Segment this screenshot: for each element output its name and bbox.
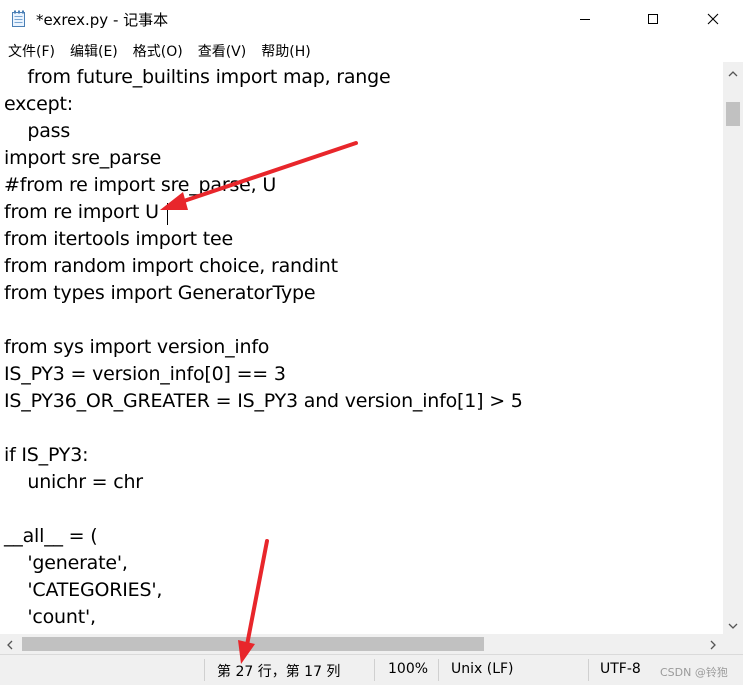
maximize-icon <box>647 13 659 25</box>
zoom-level: 100% <box>388 661 429 677</box>
code-line: IS_PY36_OR_GREATER = IS_PY3 and version_… <box>4 390 523 412</box>
title-bar[interactable]: *exrex.py - 记事本 <box>0 0 743 38</box>
code-line: __all__ = ( <box>4 525 98 547</box>
code-line: from types import GeneratorType <box>4 282 316 304</box>
text-cursor <box>167 203 168 225</box>
scroll-down-button[interactable] <box>723 614 743 634</box>
vertical-scrollbar[interactable] <box>723 62 743 634</box>
scroll-left-button[interactable] <box>0 634 20 654</box>
text-editor[interactable]: from future_builtins import map, range e… <box>0 62 723 634</box>
menu-format[interactable]: 格式(O) <box>125 38 190 62</box>
notepad-window: *exrex.py - 记事本 文件(F) 编辑(E) 格式(O) 查看(V) … <box>0 0 743 685</box>
status-separator <box>204 659 205 681</box>
code-line: #from re import sre_parse, U <box>4 174 277 196</box>
code-line: if IS_PY3: <box>4 444 89 466</box>
horizontal-scrollbar[interactable] <box>0 634 723 654</box>
menu-file[interactable]: 文件(F) <box>0 38 62 62</box>
code-line: from sys import version_info <box>4 336 270 358</box>
code-line: except: <box>4 93 73 115</box>
status-separator <box>588 659 589 681</box>
close-button[interactable] <box>690 0 736 38</box>
code-line: 'count', <box>4 606 96 628</box>
status-bar: 第 27 行，第 17 列 100% Unix (LF) UTF-8 CSDN … <box>0 654 743 685</box>
chevron-up-icon <box>728 63 738 82</box>
code-line: from future_builtins import map, range <box>4 66 391 88</box>
chevron-down-icon <box>728 615 738 634</box>
minimize-icon <box>579 13 591 25</box>
vertical-scroll-thumb[interactable] <box>726 102 740 126</box>
code-line: from itertools import tee <box>4 228 234 250</box>
code-line: IS_PY3 = version_info[0] == 3 <box>4 363 286 385</box>
window-title: *exrex.py - 记事本 <box>36 11 169 29</box>
status-separator <box>374 659 375 681</box>
scroll-right-button[interactable] <box>703 634 723 654</box>
cursor-position: 第 27 行，第 17 列 <box>217 664 341 680</box>
encoding: UTF-8 <box>600 661 641 677</box>
chevron-right-icon <box>709 635 717 654</box>
line-ending: Unix (LF) <box>451 661 514 677</box>
menu-help[interactable]: 帮助(H) <box>253 38 317 62</box>
code-line: from random import choice, randint <box>4 255 338 277</box>
menu-view[interactable]: 查看(V) <box>190 38 254 62</box>
maximize-button[interactable] <box>630 0 676 38</box>
code-line: from re import U <box>4 201 159 223</box>
scroll-up-button[interactable] <box>723 62 743 82</box>
scrollbar-corner <box>723 634 743 654</box>
code-line: 'CATEGORIES', <box>4 579 163 601</box>
menu-bar: 文件(F) 编辑(E) 格式(O) 查看(V) 帮助(H) <box>0 38 743 62</box>
code-line: pass <box>4 120 71 142</box>
status-separator <box>438 659 439 681</box>
code-line: 'generate', <box>4 552 128 574</box>
code-line: import sre_parse <box>4 147 162 169</box>
close-icon <box>707 13 719 25</box>
menu-edit[interactable]: 编辑(E) <box>62 38 125 62</box>
horizontal-scroll-thumb[interactable] <box>22 637 484 651</box>
minimize-button[interactable] <box>562 0 608 38</box>
notepad-icon <box>11 10 27 28</box>
code-line: unichr = chr <box>4 471 143 493</box>
chevron-left-icon <box>6 635 14 654</box>
watermark: CSDN @铃狍 <box>660 666 728 679</box>
